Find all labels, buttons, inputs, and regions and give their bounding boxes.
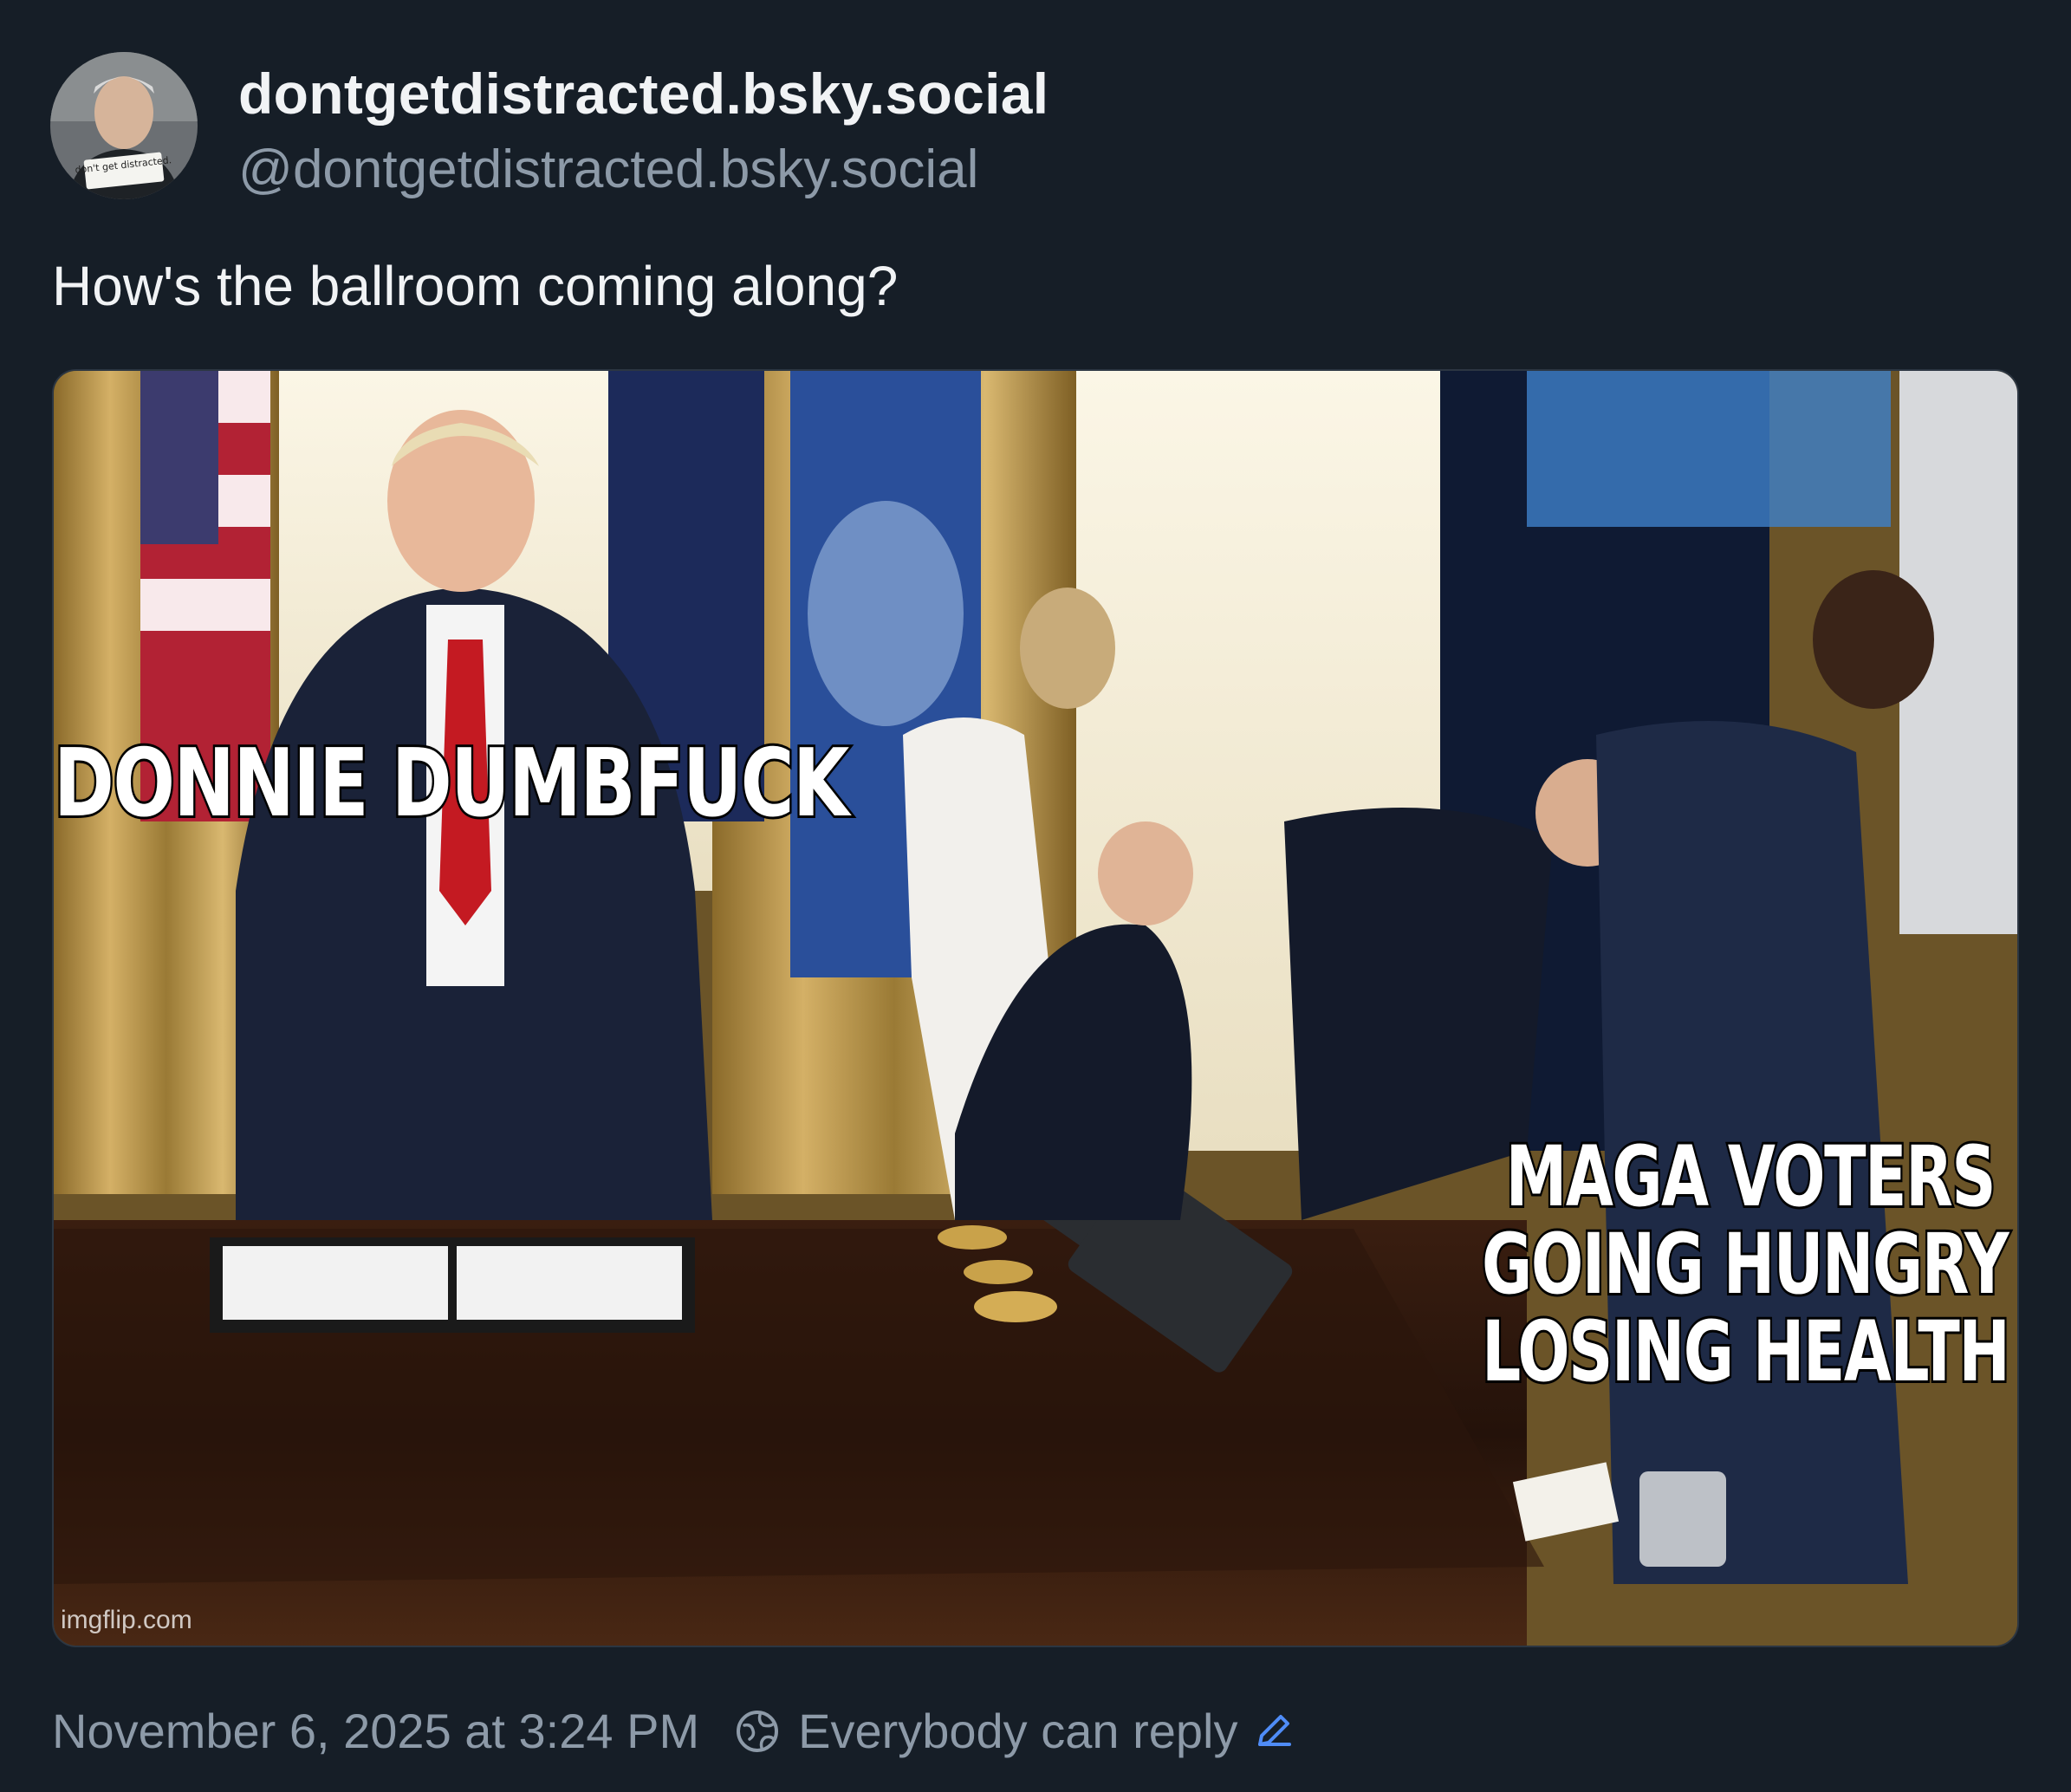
post-image[interactable]: DONNIE DUMBFUCK MAGA VOTERS GOING HUNGRY… (52, 369, 2019, 1647)
meme-caption-bottom: MAGA VOTERS GOING HUNGRY AND LOSING HEAL… (1302, 1128, 2017, 1400)
meme-caption-top: DONNIE DUMBFUCK (54, 730, 852, 838)
author-avatar[interactable]: don't get distracted. (50, 52, 198, 199)
meme-caption-line: MAGA VOTERS (1503, 1128, 1997, 1225)
globe-icon (737, 1710, 779, 1752)
meme-photo (54, 371, 2017, 1646)
reply-setting-button[interactable]: Everybody can reply (734, 1703, 1295, 1759)
post-timestamp[interactable]: November 6, 2025 at 3:24 PM (52, 1703, 699, 1759)
author-display-name[interactable]: dontgetdistracted.bsky.social (238, 61, 1048, 127)
author-handle[interactable]: @dontgetdistracted.bsky.social (238, 139, 978, 200)
post-footer: November 6, 2025 at 3:24 PM Everybody ca… (52, 1703, 1295, 1759)
reply-setting-label: Everybody can reply (798, 1704, 1238, 1758)
post-text: How's the ballroom coming along? (52, 255, 899, 317)
meme-caption-line: GOING HUNGRY AND (1480, 1215, 2017, 1313)
avatar-image: don't get distracted. (50, 52, 198, 199)
imgflip-watermark: imgflip.com (61, 1606, 192, 1634)
pencil-icon (1258, 1714, 1292, 1746)
meme-caption-line: LOSING HEALTH CARE (1480, 1302, 2017, 1400)
